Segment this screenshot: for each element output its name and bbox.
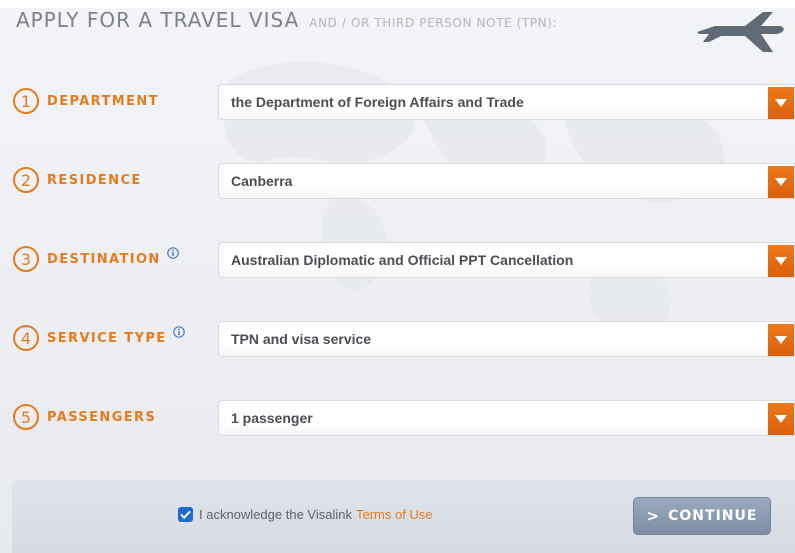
form-footer: I acknowledge the Visalink Terms of Use … [12,480,795,553]
chevron-down-icon [775,99,787,107]
chevron-down-icon [775,336,787,344]
select-value: Australian Diplomatic and Official PPT C… [231,252,574,268]
chevron-down-icon [775,257,787,265]
page-subtitle: AND / OR THIRD PERSON NOTE (TPN): [309,16,558,30]
step-label: 4 SERVICE TYPE [13,325,185,351]
select-value: Canberra [231,173,293,189]
step-label: 5 PASSENGERS [13,404,156,430]
dropdown-toggle[interactable] [768,403,794,435]
terms-acknowledgement: I acknowledge the Visalink Terms of Use [178,507,433,522]
step-number: 4 [13,325,39,351]
dropdown-toggle[interactable] [768,87,794,119]
select-value: TPN and visa service [231,331,372,347]
acknowledge-checkbox[interactable] [178,507,193,522]
step-title: PASSENGERS [47,409,157,425]
chevron-down-icon [775,178,787,186]
select-value: the Department of Foreign Affairs and Tr… [231,94,524,110]
info-icon[interactable] [166,247,179,259]
department-select[interactable]: the Department of Foreign Affairs and Tr… [218,84,795,120]
terms-of-use-link[interactable]: Terms of Use [356,507,433,522]
step-row-residence: 2 RESIDENCE Canberra [13,163,795,205]
page-title: APPLY FOR A TRAVEL VISA [16,8,300,32]
top-strip [0,0,795,8]
step-number: 5 [13,404,39,430]
step-label: 2 RESIDENCE [13,167,142,193]
step-title: DEPARTMENT [47,93,159,109]
step-number: 2 [13,167,39,193]
dropdown-toggle[interactable] [768,245,794,277]
destination-select[interactable]: Australian Diplomatic and Official PPT C… [218,242,795,278]
acknowledge-text: I acknowledge the Visalink [199,507,352,522]
residence-select[interactable]: Canberra [218,163,795,199]
step-title: DESTINATION [47,251,161,267]
continue-label: CONTINUE [668,508,758,524]
step-row-service-type: 4 SERVICE TYPE TPN and visa service [13,321,795,363]
step-title: RESIDENCE [47,172,142,188]
step-label: 3 DESTINATION [13,246,179,272]
select-value: 1 passenger [231,410,313,426]
service-type-select[interactable]: TPN and visa service [218,321,795,357]
dropdown-toggle[interactable] [768,166,794,198]
step-label: 1 DEPARTMENT [13,88,159,114]
page-header: APPLY FOR A TRAVEL VISA AND / OR THIRD P… [16,8,557,42]
step-title: SERVICE TYPE [47,330,167,346]
step-number: 1 [13,88,39,114]
info-icon[interactable] [172,326,185,338]
passengers-select[interactable]: 1 passenger [218,400,795,436]
step-row-passengers: 5 PASSENGERS 1 passenger [13,400,795,442]
step-row-department: 1 DEPARTMENT the Department of Foreign A… [13,84,795,126]
continue-button[interactable]: > CONTINUE [633,497,771,535]
chevron-down-icon [775,415,787,423]
step-row-destination: 3 DESTINATION Australian Diplomatic and … [13,242,795,284]
chevron-right-icon: > [646,507,661,525]
checkmark-icon [180,510,191,519]
dropdown-toggle[interactable] [768,324,794,356]
step-number: 3 [13,246,39,272]
